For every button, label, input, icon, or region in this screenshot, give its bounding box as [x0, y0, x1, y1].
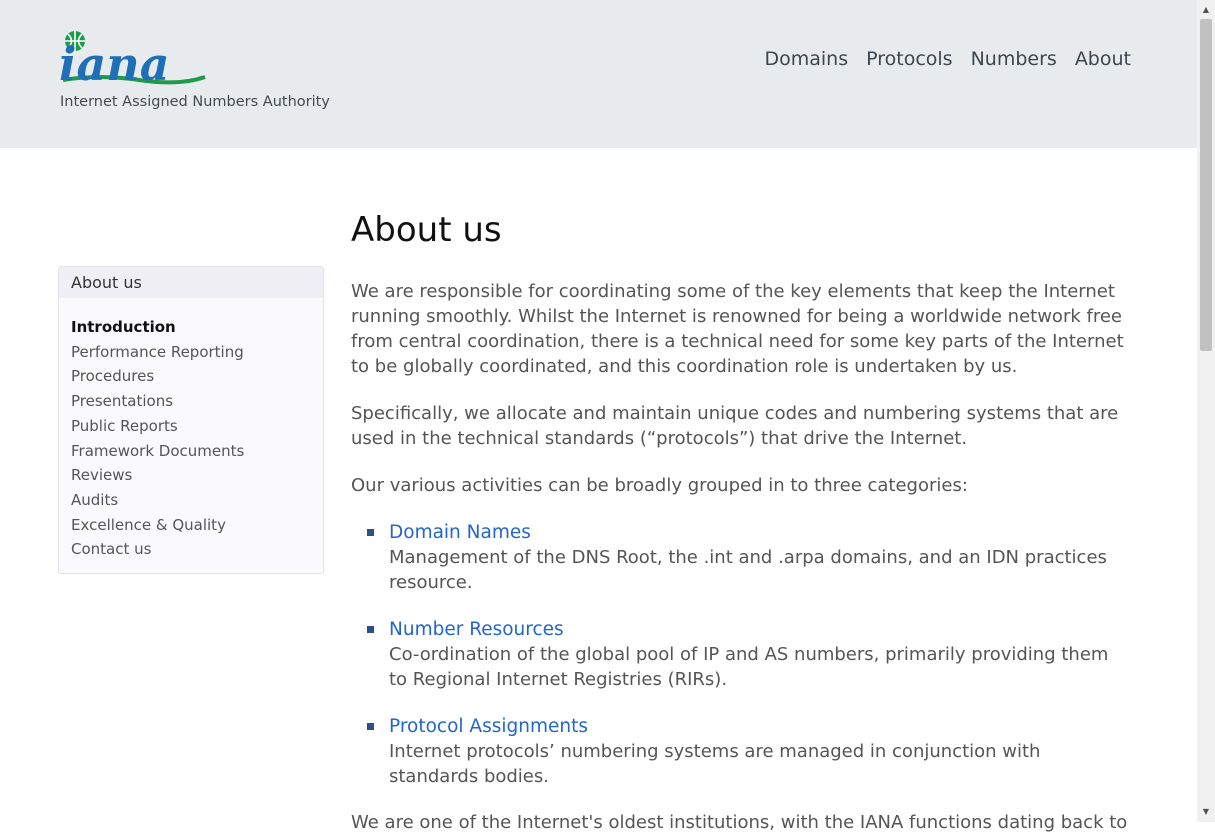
sidebar-item-framework-documents[interactable]: Framework Documents — [71, 439, 323, 464]
list-item: Number Resources Co-ordination of the gl… — [351, 617, 1131, 692]
sidebar-item-procedures[interactable]: Procedures — [71, 364, 323, 389]
protocol-assignments-link[interactable]: Protocol Assignments — [389, 714, 1131, 739]
nav-protocols[interactable]: Protocols — [866, 48, 952, 70]
scrollbar-thumb[interactable] — [1200, 19, 1212, 351]
main-content: About us We are responsible for coordina… — [351, 206, 1131, 833]
page-title: About us — [351, 210, 502, 250]
main-nav: Domains Protocols Numbers About — [764, 48, 1131, 70]
sidebar-item-audits[interactable]: Audits — [71, 488, 323, 513]
scroll-down-icon[interactable]: ▼ — [1197, 804, 1215, 820]
category-description: Internet protocols’ numbering systems ar… — [389, 741, 1041, 787]
nav-numbers[interactable]: Numbers — [971, 48, 1057, 70]
intro-paragraph: We are responsible for coordinating some… — [351, 281, 1124, 377]
logo-subtitle: Internet Assigned Numbers Authority — [60, 94, 330, 110]
list-item: Domain Names Management of the DNS Root,… — [351, 520, 1131, 595]
bullet-icon — [367, 626, 374, 633]
list-item: Protocol Assignments Internet protocols’… — [351, 714, 1131, 789]
sidebar-item-excellence-quality[interactable]: Excellence & Quality — [71, 513, 323, 538]
sidebar-item-presentations[interactable]: Presentations — [71, 389, 323, 414]
domain-names-link[interactable]: Domain Names — [389, 520, 1131, 545]
sidebar-item-performance-reporting[interactable]: Performance Reporting — [71, 340, 323, 365]
page-scrollbar[interactable]: ▲ ▼ — [1197, 0, 1215, 822]
nav-about[interactable]: About — [1075, 48, 1131, 70]
history-paragraph: We are one of the Internet's oldest inst… — [351, 812, 1128, 833]
logo-wordmark: iana — [59, 37, 170, 88]
sidebar-menu: Introduction Performance Reporting Proce… — [59, 298, 323, 562]
nav-domains[interactable]: Domains — [764, 48, 848, 70]
section-sidebar: About us Introduction Performance Report… — [58, 266, 324, 574]
sidebar-item-reviews[interactable]: Reviews — [71, 463, 323, 488]
sidebar-item-contact-us[interactable]: Contact us — [71, 537, 323, 562]
sidebar-item-public-reports[interactable]: Public Reports — [71, 414, 323, 439]
scroll-up-icon[interactable]: ▲ — [1197, 2, 1215, 18]
specifics-paragraph: Specifically, we allocate and maintain u… — [351, 403, 1119, 449]
bullet-icon — [367, 723, 374, 730]
category-description: Management of the DNS Root, the .int and… — [389, 547, 1107, 593]
sidebar-heading[interactable]: About us — [59, 267, 323, 298]
iana-logo-mark: iana — [59, 31, 206, 88]
number-resources-link[interactable]: Number Resources — [389, 617, 1131, 642]
sidebar-item-introduction[interactable]: Introduction — [71, 315, 323, 340]
categories-intro: Our various activities can be broadly gr… — [351, 475, 968, 496]
site-header: iana Internet Assigned Numbers Authority… — [0, 0, 1197, 148]
iana-logo[interactable]: iana Internet Assigned Numbers Authority — [59, 28, 349, 118]
bullet-icon — [367, 529, 374, 536]
category-description: Co-ordination of the global pool of IP a… — [389, 644, 1109, 690]
categories-list: Domain Names Management of the DNS Root,… — [351, 520, 1131, 789]
